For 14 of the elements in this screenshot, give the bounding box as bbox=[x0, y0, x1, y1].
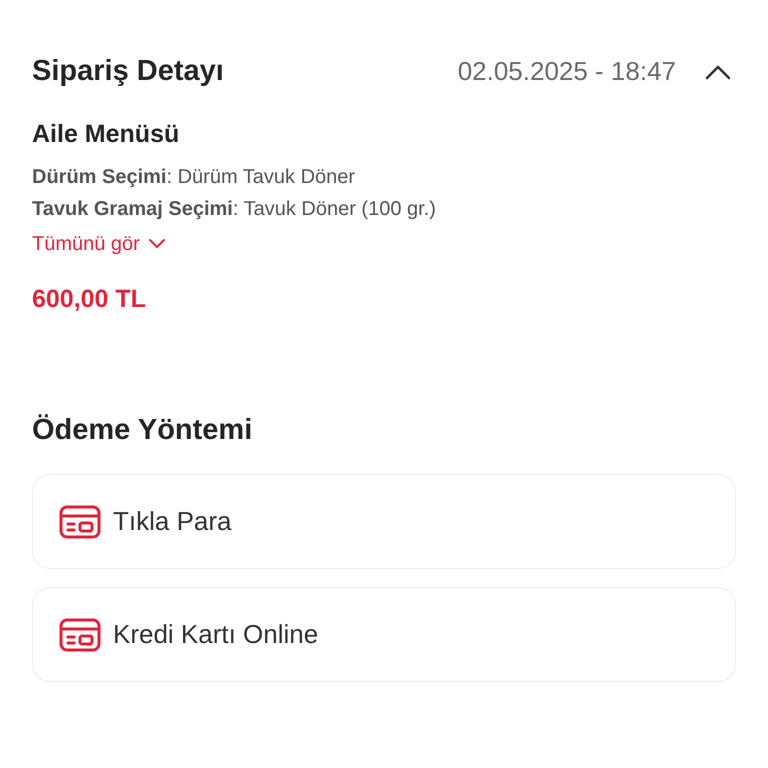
payment-method[interactable]: Tıkla Para bbox=[32, 474, 736, 569]
item-price: 600,00 TL bbox=[32, 284, 147, 315]
item-name: Aile Menüsü bbox=[32, 118, 180, 150]
card-icon bbox=[59, 504, 101, 538]
payment-method[interactable]: Kredi Kartı Online bbox=[32, 587, 736, 682]
item-option: Tavuk Gramaj Seçimi: Tavuk Döner (100 gr.) bbox=[32, 193, 736, 225]
section-title: Ödeme Yöntemi bbox=[32, 412, 254, 448]
show-all-link[interactable]: Tümünü gör bbox=[32, 229, 166, 259]
item-option: Dürüm Seçimi: Dürüm Tavuk Döner bbox=[32, 161, 736, 193]
chevron-down-icon bbox=[148, 238, 166, 250]
card-icon bbox=[59, 618, 101, 652]
order-date: 02.05.2025 - 18:47 bbox=[458, 55, 676, 88]
chevron-up-icon bbox=[704, 62, 732, 81]
section-title: Sipariş Detayı bbox=[32, 54, 224, 89]
